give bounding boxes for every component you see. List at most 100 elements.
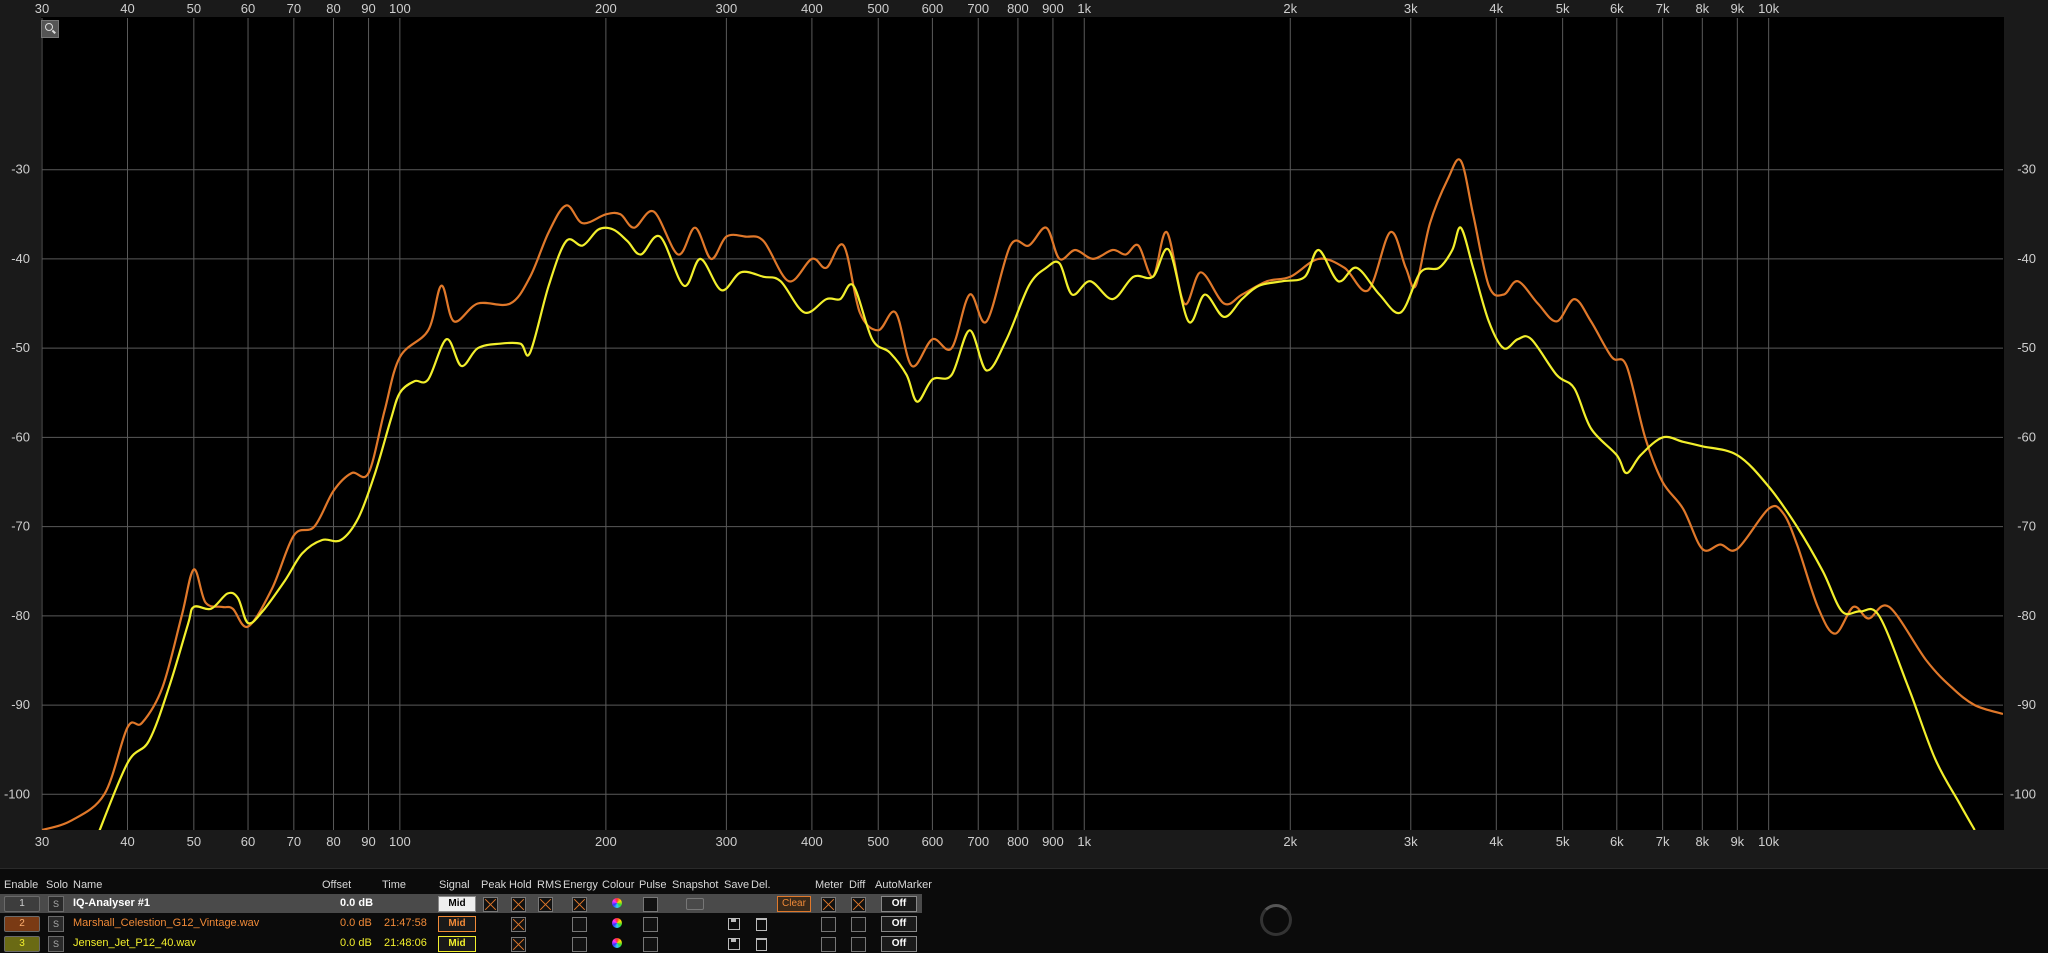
track-name: IQ-Analyser #1 [73, 897, 151, 909]
y-tick-label-left: -60 [11, 429, 30, 444]
header-signal: Signal [439, 879, 470, 891]
x-tick-label-top: 1k [1077, 1, 1091, 16]
save-icon[interactable] [728, 938, 740, 950]
spectrum-chart[interactable]: 30 30 40 40 50 50 60 60 70 70 80 80 90 90 100 100 200 200… [0, 0, 2048, 868]
x-tick-label-bottom: 50 [187, 834, 201, 849]
header-del: Del. [751, 879, 771, 891]
x-tick-label-bottom: 600 [922, 834, 944, 849]
track-row-marshall[interactable]: 2 S Marshall_Celestion_G12_Vintage.wav 0… [0, 914, 922, 933]
enable-button[interactable]: 2 [4, 916, 40, 932]
loading-spinner-icon [1260, 904, 1292, 936]
x-tick-label-top: 700 [967, 1, 989, 16]
peak-checkbox[interactable] [483, 897, 498, 912]
x-tick-label-top: 8k [1695, 1, 1709, 16]
meter-checkbox[interactable] [821, 897, 836, 912]
x-tick-label-top: 800 [1007, 1, 1029, 16]
x-tick-label-bottom: 30 [35, 834, 49, 849]
x-tick-label-top: 7k [1656, 1, 1670, 16]
rms-checkbox[interactable] [538, 897, 553, 912]
solo-button[interactable]: S [48, 896, 64, 912]
x-tick-label-top: 3k [1404, 1, 1418, 16]
hold-checkbox[interactable] [511, 917, 526, 932]
y-tick-label-left: -50 [11, 340, 30, 355]
x-tick-label-top: 900 [1042, 1, 1064, 16]
x-tick-label-top: 100 [389, 1, 411, 16]
x-tick-label-top: 80 [326, 1, 340, 16]
meter-checkbox[interactable] [821, 937, 836, 952]
automarker-button[interactable]: Off [881, 936, 917, 952]
pulse-checkbox[interactable] [643, 937, 658, 952]
signal-select[interactable]: Mid [438, 936, 476, 952]
x-tick-label-top: 30 [35, 1, 49, 16]
energy-checkbox[interactable] [572, 917, 587, 932]
header-offset: Offset [322, 879, 352, 891]
x-tick-label-bottom: 9k [1730, 834, 1744, 849]
energy-checkbox[interactable] [572, 897, 587, 912]
track-offset[interactable]: 0.0 dB [340, 914, 372, 933]
track-name: Jensen_Jet_P12_40.wav [73, 937, 196, 949]
delete-icon[interactable] [756, 918, 767, 931]
solo-button[interactable]: S [48, 936, 64, 952]
y-tick-label-right: -90 [2017, 697, 2036, 712]
colour-picker-icon[interactable] [612, 938, 622, 948]
x-tick-label-top: 400 [801, 1, 823, 16]
solo-button[interactable]: S [48, 916, 64, 932]
header-meter: Meter [815, 879, 844, 891]
y-tick-label-left: -40 [11, 251, 30, 266]
save-icon[interactable] [728, 918, 740, 930]
signal-select[interactable]: Mid [438, 916, 476, 932]
x-tick-label-top: 300 [716, 1, 738, 16]
colour-picker-icon[interactable] [612, 918, 622, 928]
x-tick-label-bottom: 700 [967, 834, 989, 849]
track-offset[interactable]: 0.0 dB [340, 934, 372, 953]
x-tick-label-bottom: 70 [287, 834, 301, 849]
diff-checkbox[interactable] [851, 917, 866, 932]
y-tick-label-right: -80 [2017, 608, 2036, 623]
x-tick-label-top: 10k [1758, 1, 1779, 16]
plot-area[interactable] [41, 17, 2004, 830]
track-row-jensen[interactable]: 3 S Jensen_Jet_P12_40.wav 0.0 dB 21:48:0… [0, 934, 922, 953]
y-tick-label-left: -90 [11, 697, 30, 712]
header-peak: Peak [481, 879, 507, 891]
track-row-analyser[interactable]: 1 S IQ-Analyser #1 0.0 dB Mid Clear Off [0, 894, 922, 913]
x-tick-label-bottom: 60 [241, 834, 255, 849]
track-time: 21:48:06 [384, 937, 427, 949]
y-tick-label-right: -50 [2017, 340, 2036, 355]
x-tick-label-bottom: 400 [801, 834, 823, 849]
track-time: 21:47:58 [384, 917, 427, 929]
snapshot-icon[interactable] [686, 898, 704, 910]
pulse-checkbox[interactable] [643, 917, 658, 932]
pulse-checkbox[interactable] [643, 897, 658, 912]
x-tick-label-top: 70 [287, 1, 301, 16]
track-offset[interactable]: 0.0 dB [340, 894, 373, 913]
x-tick-label-top: 200 [595, 1, 617, 16]
x-tick-label-bottom: 800 [1007, 834, 1029, 849]
hold-checkbox[interactable] [511, 897, 526, 912]
meter-checkbox[interactable] [821, 917, 836, 932]
header-time: Time [382, 879, 407, 891]
zoom-icon[interactable] [41, 20, 59, 38]
colour-picker-icon[interactable] [612, 898, 622, 908]
x-tick-label-top: 5k [1556, 1, 1570, 16]
x-tick-label-bottom: 8k [1695, 834, 1709, 849]
diff-checkbox[interactable] [851, 897, 866, 912]
hold-checkbox[interactable] [511, 937, 526, 952]
delete-icon[interactable] [756, 938, 767, 951]
automarker-button[interactable]: Off [881, 896, 917, 912]
y-tick-label-right: -40 [2017, 251, 2036, 266]
energy-checkbox[interactable] [572, 937, 587, 952]
automarker-button[interactable]: Off [881, 916, 917, 932]
enable-button[interactable]: 1 [4, 896, 40, 912]
x-tick-label-top: 60 [241, 1, 255, 16]
x-tick-label-bottom: 1k [1077, 834, 1091, 849]
x-tick-label-top: 50 [187, 1, 201, 16]
enable-button[interactable]: 3 [4, 936, 40, 952]
x-tick-label-bottom: 2k [1283, 834, 1297, 849]
x-tick-label-top: 90 [361, 1, 375, 16]
track-name: Marshall_Celestion_G12_Vintage.wav [73, 917, 260, 929]
diff-checkbox[interactable] [851, 937, 866, 952]
clear-button[interactable]: Clear [777, 896, 811, 912]
y-tick-label-left: -30 [11, 162, 30, 177]
signal-select[interactable]: Mid [438, 896, 476, 912]
y-tick-label-left: -80 [11, 608, 30, 623]
